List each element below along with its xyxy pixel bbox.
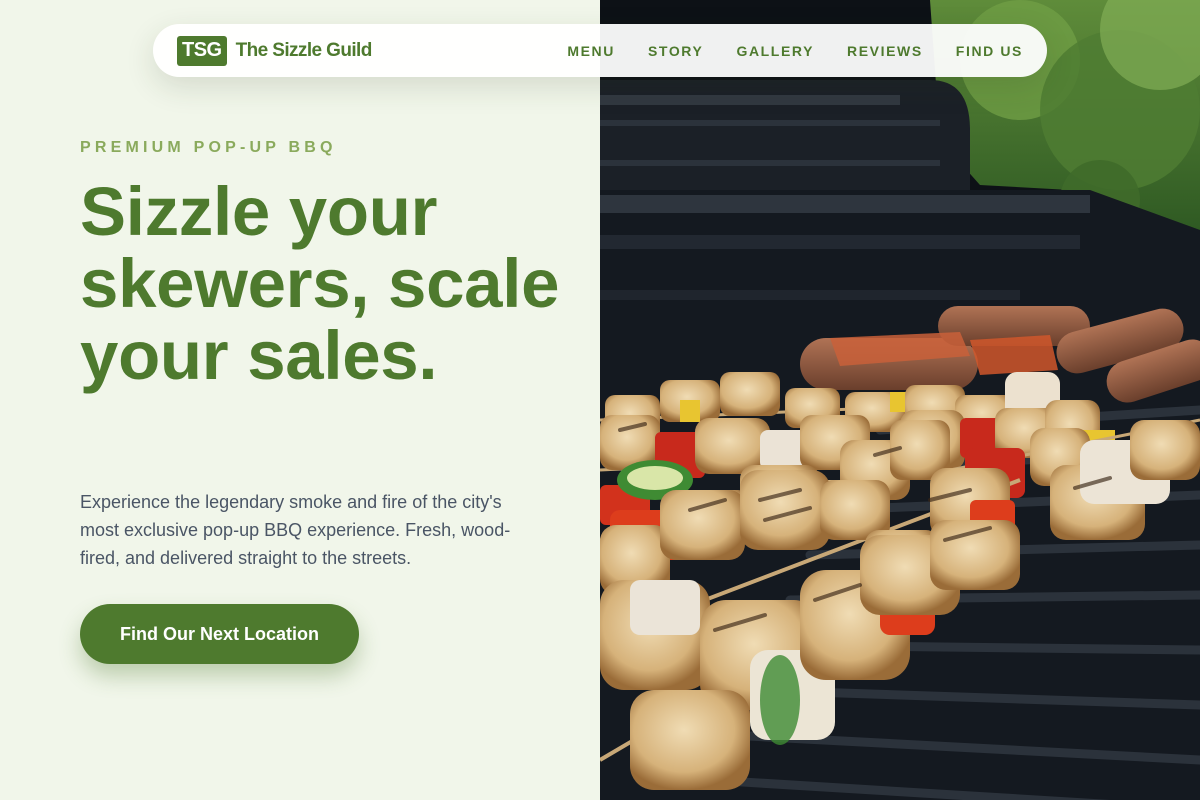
- top-navbar: TSG The Sizzle Guild MENU STORY GALLERY …: [153, 24, 1047, 77]
- nav-link-reviews[interactable]: REVIEWS: [847, 43, 923, 59]
- hero-headline: Sizzle your skewers, scale your sales.: [80, 173, 560, 394]
- nav-link-gallery[interactable]: GALLERY: [736, 43, 814, 59]
- hero-text-panel: [0, 0, 600, 800]
- nav-links: MENU STORY GALLERY REVIEWS FIND US: [567, 43, 1023, 59]
- hero-eyebrow: PREMIUM POP-UP BBQ: [80, 139, 337, 156]
- find-location-button[interactable]: Find Our Next Location: [80, 604, 359, 664]
- nav-link-story[interactable]: STORY: [648, 43, 703, 59]
- brand-name[interactable]: The Sizzle Guild: [236, 40, 373, 62]
- nav-link-menu[interactable]: MENU: [567, 43, 615, 59]
- hero-image: [600, 0, 1200, 800]
- logo-badge[interactable]: TSG: [177, 35, 227, 66]
- grill-photo: [600, 0, 1200, 800]
- nav-link-find-us[interactable]: FIND US: [956, 43, 1023, 59]
- hero-description: Experience the legendary smoke and fire …: [80, 492, 511, 568]
